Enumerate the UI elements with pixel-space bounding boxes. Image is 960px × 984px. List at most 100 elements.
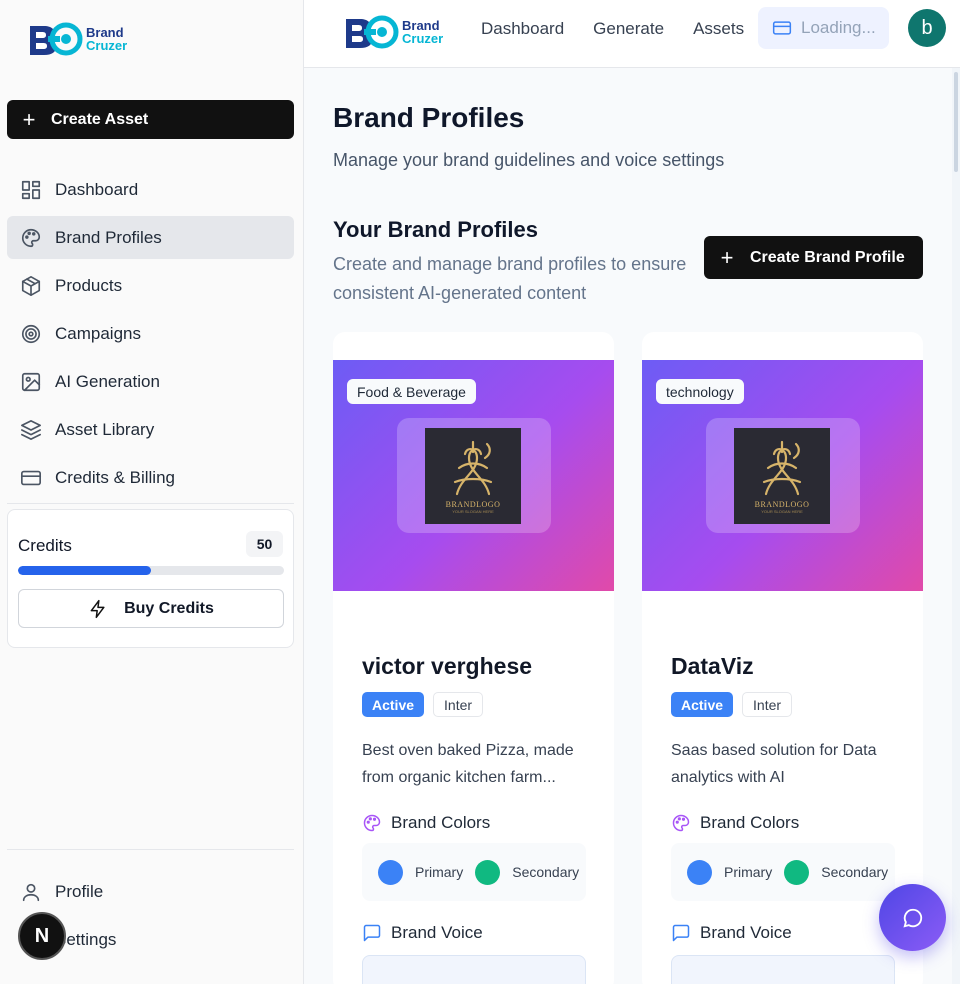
top-nav-generate[interactable]: Generate: [593, 19, 664, 39]
ornament-logo-icon: [453, 440, 493, 496]
sidebar-nav: Dashboard Brand Profiles Products Campai…: [7, 168, 294, 504]
sidebar-item-profile[interactable]: Profile: [7, 870, 294, 913]
font-badge: Inter: [742, 692, 793, 717]
sidebar-item-dashboard[interactable]: Dashboard: [7, 168, 294, 211]
chat-bubble-icon: [902, 908, 922, 928]
status-badge: Active: [671, 692, 734, 717]
status-badge: Active: [362, 692, 425, 717]
primary-label: Primary: [415, 864, 464, 880]
brand-logo-image: BRANDLOGO YOUR SLOGAN HERE: [734, 428, 830, 524]
brand-logo-icon: [30, 22, 83, 56]
brand-logo[interactable]: Brand Cruzer: [342, 13, 443, 51]
brand-logo-image: BRANDLOGO YOUR SLOGAN HERE: [425, 428, 521, 524]
brand-name: DataViz: [671, 653, 754, 679]
message-square-icon: [363, 924, 381, 942]
sidebar-item-label: Profile: [55, 881, 104, 901]
brand-colors-label: Brand Colors: [391, 813, 491, 832]
create-brand-profile-button[interactable]: + Create Brand Profile: [704, 236, 923, 279]
palette-icon: [363, 814, 381, 832]
sidebar-item-label: AI Generation: [55, 371, 160, 391]
badge-row: Active Inter: [671, 692, 793, 717]
industry-tag: technology: [656, 379, 744, 404]
sidebar-divider: [7, 503, 294, 504]
message-square-icon: [672, 924, 690, 942]
brand-logo[interactable]: Brand Cruzer: [26, 20, 127, 58]
brand-voice-label: Brand Voice: [700, 923, 792, 942]
brand-colors-box: Primary Secondary: [671, 843, 895, 901]
scrollbar-thumb[interactable]: [954, 72, 958, 172]
top-nav: Dashboard Generate Assets: [481, 19, 744, 39]
secondary-swatch: [475, 859, 501, 885]
brand-name: victor verghese: [362, 653, 533, 679]
user-icon: [22, 883, 40, 901]
brand-logo-icon: [346, 15, 399, 49]
sidebar-item-products[interactable]: Products: [7, 264, 294, 307]
font-badge: Inter: [433, 692, 484, 717]
loading-label: Loading...: [801, 18, 876, 37]
credits-progress-fill: [18, 566, 151, 575]
target-icon: [21, 324, 41, 343]
sidebar-item-label: Brand Profiles: [55, 227, 162, 247]
page-subtitle: Manage your brand guidelines and voice s…: [333, 150, 725, 170]
scrollbar-track[interactable]: [952, 68, 960, 984]
brand-voice-heading: Brand Voice: [362, 923, 483, 943]
buy-credits-button[interactable]: Buy Credits: [18, 589, 284, 628]
credits-count-badge: 50: [246, 531, 283, 557]
secondary-color: Secondary: [784, 859, 889, 885]
plus-icon: +: [22, 106, 36, 132]
chat-button[interactable]: [879, 884, 946, 951]
brand-voice-label: Brand Voice: [391, 923, 483, 942]
sidebar-item-label: Credits & Billing: [55, 467, 175, 487]
credit-card-icon: [772, 21, 792, 35]
plus-icon: +: [720, 244, 734, 270]
brand-colors-label: Brand Colors: [700, 813, 800, 832]
palette-icon: [672, 814, 690, 832]
brand-logo-frame: BRANDLOGO YOUR SLOGAN HERE: [397, 418, 551, 533]
create-brand-profile-label: Create Brand Profile: [750, 248, 905, 266]
create-asset-label: Create Asset: [51, 110, 149, 128]
brand-colors-box: Primary Secondary: [362, 843, 586, 901]
buy-credits-label: Buy Credits: [124, 599, 214, 617]
sidebar-item-campaigns[interactable]: Campaigns: [7, 312, 294, 355]
logo-wordmark: BRANDLOGO: [754, 500, 810, 509]
logo-slogan: YOUR SLOGAN HERE: [761, 509, 803, 514]
palette-icon: [22, 228, 41, 247]
page-title: Brand Profiles: [333, 102, 525, 133]
top-nav-assets[interactable]: Assets: [693, 19, 744, 39]
card-hero: technology BRANDLOGO YOUR SLOGAN HERE: [642, 360, 923, 591]
lightning-icon: [90, 599, 105, 618]
sidebar-item-asset-library[interactable]: Asset Library: [7, 408, 294, 451]
primary-label: Primary: [724, 864, 773, 880]
brand-description: Best oven baked Pizza, made from organic…: [362, 742, 574, 786]
badge-row: Active Inter: [362, 692, 484, 717]
brand-name-line2: Cruzer: [86, 38, 128, 53]
sidebar-divider: [7, 849, 294, 850]
secondary-label: Secondary: [821, 864, 889, 880]
sidebar-item-label: Asset Library: [55, 419, 155, 439]
brand-name-line2: Cruzer: [402, 31, 444, 46]
primary-swatch: [378, 859, 403, 885]
logo-slogan: YOUR SLOGAN HERE: [452, 509, 494, 514]
credits-loading-pill[interactable]: Loading...: [758, 7, 889, 49]
brand-voice-box: [671, 955, 895, 984]
sidebar-item-brand-profiles[interactable]: Brand Profiles: [7, 216, 294, 259]
create-asset-button[interactable]: + Create Asset: [7, 100, 294, 139]
dev-tools-badge[interactable]: N: [18, 912, 66, 960]
secondary-label: Secondary: [512, 864, 580, 880]
primary-color: Primary: [687, 859, 773, 885]
ornament-logo-icon: [762, 440, 802, 496]
brand-profile-card[interactable]: Food & Beverage BRANDLOGO YOUR SLOGAN HE…: [333, 332, 614, 984]
brand-profile-card[interactable]: technology BRANDLOGO YOUR SLOGAN HERE Da…: [642, 332, 923, 984]
sidebar-item-label: Dashboard: [55, 179, 139, 199]
sidebar-item-credits-billing[interactable]: Credits & Billing: [7, 456, 294, 499]
dashboard-grid-icon: [21, 180, 41, 199]
brand-colors-heading: Brand Colors: [362, 813, 490, 833]
credits-progress-bar: [18, 566, 284, 575]
sidebar: Brand Cruzer + Create Asset Dashboard Br…: [0, 0, 304, 984]
user-avatar[interactable]: b: [908, 9, 946, 47]
secondary-swatch: [784, 859, 810, 885]
sidebar-item-ai-generation[interactable]: AI Generation: [7, 360, 294, 403]
brand-voice-heading: Brand Voice: [671, 923, 792, 943]
top-nav-dashboard[interactable]: Dashboard: [481, 19, 564, 39]
primary-color: Primary: [378, 859, 464, 885]
